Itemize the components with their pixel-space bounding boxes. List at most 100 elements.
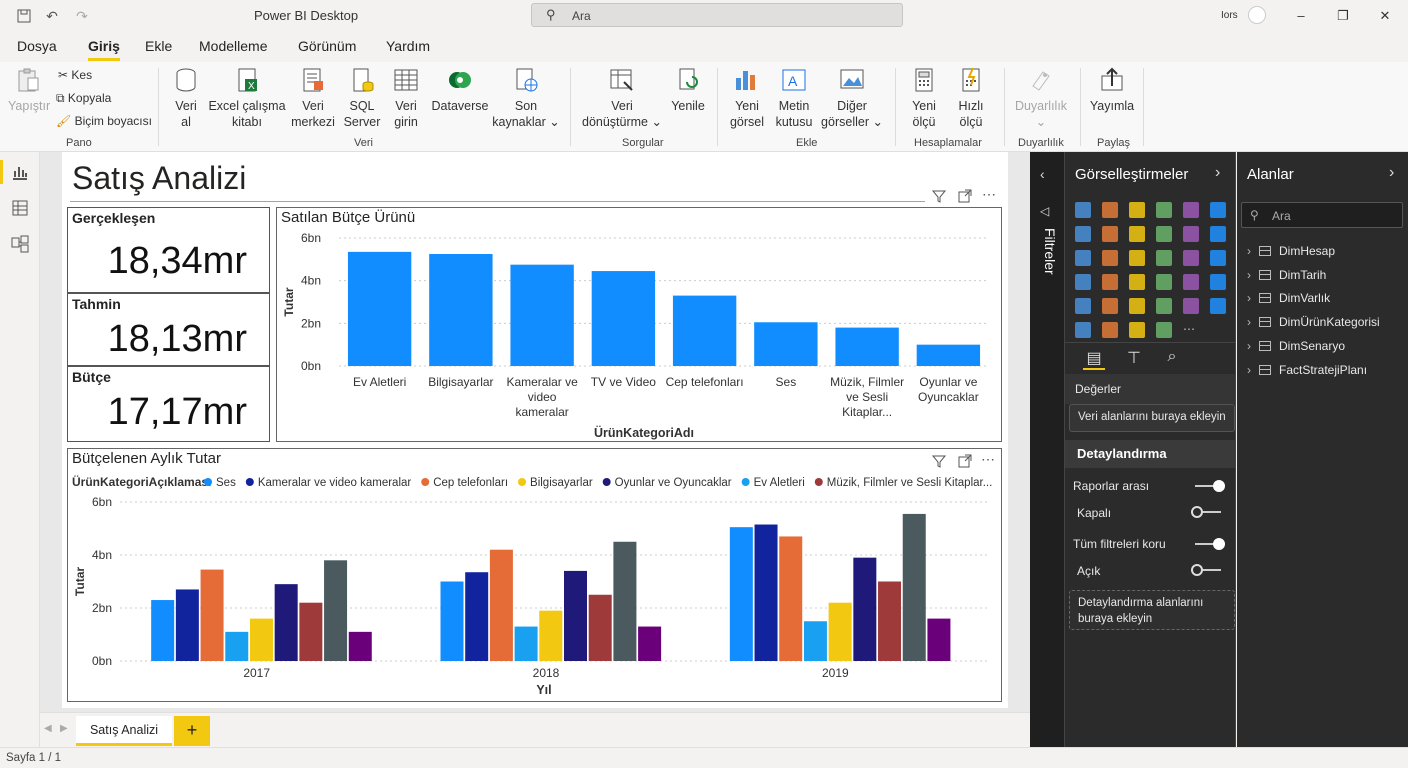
save-icon[interactable] — [16, 8, 32, 24]
undo-icon[interactable]: ↶ — [44, 8, 60, 24]
visual-type-icon[interactable] — [1210, 298, 1226, 314]
refresh-button[interactable]: Yenile — [668, 66, 708, 114]
dataverse-button[interactable]: Dataverse — [430, 66, 490, 114]
filter-icon[interactable] — [931, 188, 947, 207]
data-hub-button[interactable]: Veri merkezi — [290, 66, 336, 130]
visual-type-icon[interactable] — [1156, 322, 1172, 338]
tab-gorunum[interactable]: Görünüm — [298, 38, 356, 54]
visual-type-icon[interactable] — [1156, 250, 1172, 266]
tab-yardim[interactable]: Yardım — [386, 38, 430, 54]
format-painter-button[interactable]: 🖌 Biçim boyacısı — [56, 114, 152, 128]
new-measure-button[interactable]: Yeni ölçü — [904, 66, 944, 130]
kpi-card-budget[interactable]: Bütçe 17,17mr — [67, 366, 270, 442]
visual-type-icon[interactable] — [1183, 274, 1199, 290]
add-page-button[interactable]: + — [174, 716, 210, 746]
more-visuals-icon[interactable]: ⋯ — [1183, 322, 1199, 338]
visual-type-icon[interactable] — [1183, 298, 1199, 314]
visual-type-icon[interactable] — [1102, 322, 1118, 338]
visual-type-icon[interactable] — [1129, 322, 1145, 338]
more-options-icon[interactable]: ⋯ — [982, 186, 996, 203]
data-view-icon[interactable] — [10, 198, 30, 218]
redo-icon[interactable]: ↷ — [74, 8, 90, 24]
paste-button[interactable]: Yapıştır — [8, 66, 50, 114]
page-tab[interactable]: Satış Analizi — [76, 716, 172, 746]
format-paint-roller-icon[interactable]: ⊤ — [1123, 348, 1145, 370]
cross-report-off-toggle[interactable] — [1191, 506, 1221, 518]
visual-type-icon[interactable] — [1075, 226, 1091, 242]
chevron-right-icon[interactable]: › — [1247, 339, 1259, 353]
field-table-item[interactable]: › DimÜrünKategorisi — [1247, 315, 1380, 329]
keep-filters-toggle[interactable] — [1195, 538, 1225, 550]
field-table-item[interactable]: › DimSenaryo — [1247, 339, 1345, 353]
kpi-card-forecast[interactable]: Tahmin 18,13mr — [67, 293, 270, 366]
visual-type-icon[interactable] — [1102, 250, 1118, 266]
collapse-arrow-icon[interactable]: ◁ — [1040, 204, 1049, 218]
new-visual-button[interactable]: Yeni görsel — [726, 66, 768, 130]
minimize-button[interactable]: – — [1291, 6, 1311, 26]
visual-type-icon[interactable] — [1156, 298, 1172, 314]
close-button[interactable]: ✕ — [1375, 6, 1395, 26]
tab-modelleme[interactable]: Modelleme — [199, 38, 267, 54]
field-table-item[interactable]: › DimVarlık — [1247, 291, 1330, 305]
visual-type-icon[interactable] — [1102, 226, 1118, 242]
model-view-icon[interactable] — [10, 234, 30, 254]
fields-well-tab-icon[interactable]: ▤ — [1083, 348, 1105, 370]
visual-type-icon[interactable] — [1075, 202, 1091, 218]
cut-button[interactable]: ✂ Kes — [58, 68, 92, 82]
fields-search-input[interactable]: ⚲ Ara — [1241, 202, 1403, 228]
tab-giris[interactable]: Giriş — [88, 38, 120, 61]
sensitivity-button[interactable]: Duyarlılık ⌄ — [1010, 66, 1072, 130]
visual-type-icon[interactable] — [1129, 298, 1145, 314]
visual-type-icon[interactable] — [1129, 250, 1145, 266]
cross-report-toggle[interactable] — [1195, 480, 1225, 492]
tab-ekle[interactable]: Ekle — [145, 38, 172, 54]
quick-measure-button[interactable]: Hızlı ölçü — [950, 66, 992, 130]
visual-type-icon[interactable] — [1183, 202, 1199, 218]
visual-type-icon[interactable] — [1075, 250, 1091, 266]
chevron-right-icon[interactable]: › — [1247, 363, 1259, 377]
visual-type-icon[interactable] — [1156, 274, 1172, 290]
chevron-right-icon[interactable]: › — [1215, 164, 1220, 182]
visual-type-icon[interactable] — [1129, 226, 1145, 242]
copy-button[interactable]: ⧉ Kopyala — [56, 91, 111, 106]
visual-type-icon[interactable] — [1075, 322, 1091, 338]
visual-type-icon[interactable] — [1156, 226, 1172, 242]
avatar[interactable] — [1248, 6, 1266, 24]
filters-label[interactable]: Filtreler — [1038, 228, 1058, 275]
visual-type-icon[interactable] — [1183, 226, 1199, 242]
visual-type-icon[interactable] — [1210, 226, 1226, 242]
field-table-item[interactable]: › DimTarih — [1247, 268, 1326, 282]
visual-type-icon[interactable] — [1183, 250, 1199, 266]
visual-type-icon[interactable] — [1075, 298, 1091, 314]
more-visuals-button[interactable]: Diğer görseller ⌄ — [820, 66, 884, 130]
tab-dosya[interactable]: Dosya — [17, 38, 57, 54]
monthly-budget-chart[interactable]: Bütçelenen Aylık Tutar ⋯ ÜrünKategoriAçı… — [67, 448, 1002, 702]
recent-sources-button[interactable]: Son kaynaklar ⌄ — [492, 66, 560, 130]
visual-type-icon[interactable] — [1210, 202, 1226, 218]
chevron-right-icon[interactable]: › — [1247, 291, 1259, 305]
visual-type-icon[interactable] — [1102, 274, 1118, 290]
publish-button[interactable]: Yayımla — [1088, 66, 1136, 114]
next-page-icon[interactable]: ▶ — [60, 723, 68, 734]
focus-mode-icon[interactable] — [957, 188, 973, 207]
budget-product-chart[interactable]: Satılan Bütçe Ürünü 0bn 2bn 4bn 6bn Tutar Ev … — [276, 207, 1002, 442]
chevron-right-icon[interactable]: › — [1389, 164, 1394, 182]
visual-type-icon[interactable] — [1210, 274, 1226, 290]
visual-type-icon[interactable] — [1102, 298, 1118, 314]
chevron-right-icon[interactable]: › — [1247, 268, 1259, 282]
keep-filters-off-toggle[interactable] — [1191, 564, 1221, 576]
field-table-item[interactable]: › FactStratejiPlanı — [1247, 363, 1367, 377]
get-data-button[interactable]: Veri al — [168, 66, 204, 130]
text-box-button[interactable]: A Metin kutusu — [772, 66, 816, 130]
restore-button[interactable]: ❐ — [1333, 6, 1353, 26]
field-table-item[interactable]: › DimHesap — [1247, 244, 1335, 258]
kpi-card-actual[interactable]: Gerçekleşen 18,34mr — [67, 207, 270, 293]
sql-server-button[interactable]: SQL Server — [342, 66, 382, 130]
visual-type-icon[interactable] — [1156, 202, 1172, 218]
visual-type-icon[interactable] — [1129, 274, 1145, 290]
enter-data-button[interactable]: Veri girin — [388, 66, 424, 130]
values-drop-well[interactable]: Veri alanlarını buraya ekleyin — [1069, 404, 1235, 432]
visual-type-icon[interactable] — [1075, 274, 1091, 290]
report-view-icon[interactable] — [10, 162, 30, 182]
search-input[interactable]: ⚲ Ara — [531, 3, 903, 27]
